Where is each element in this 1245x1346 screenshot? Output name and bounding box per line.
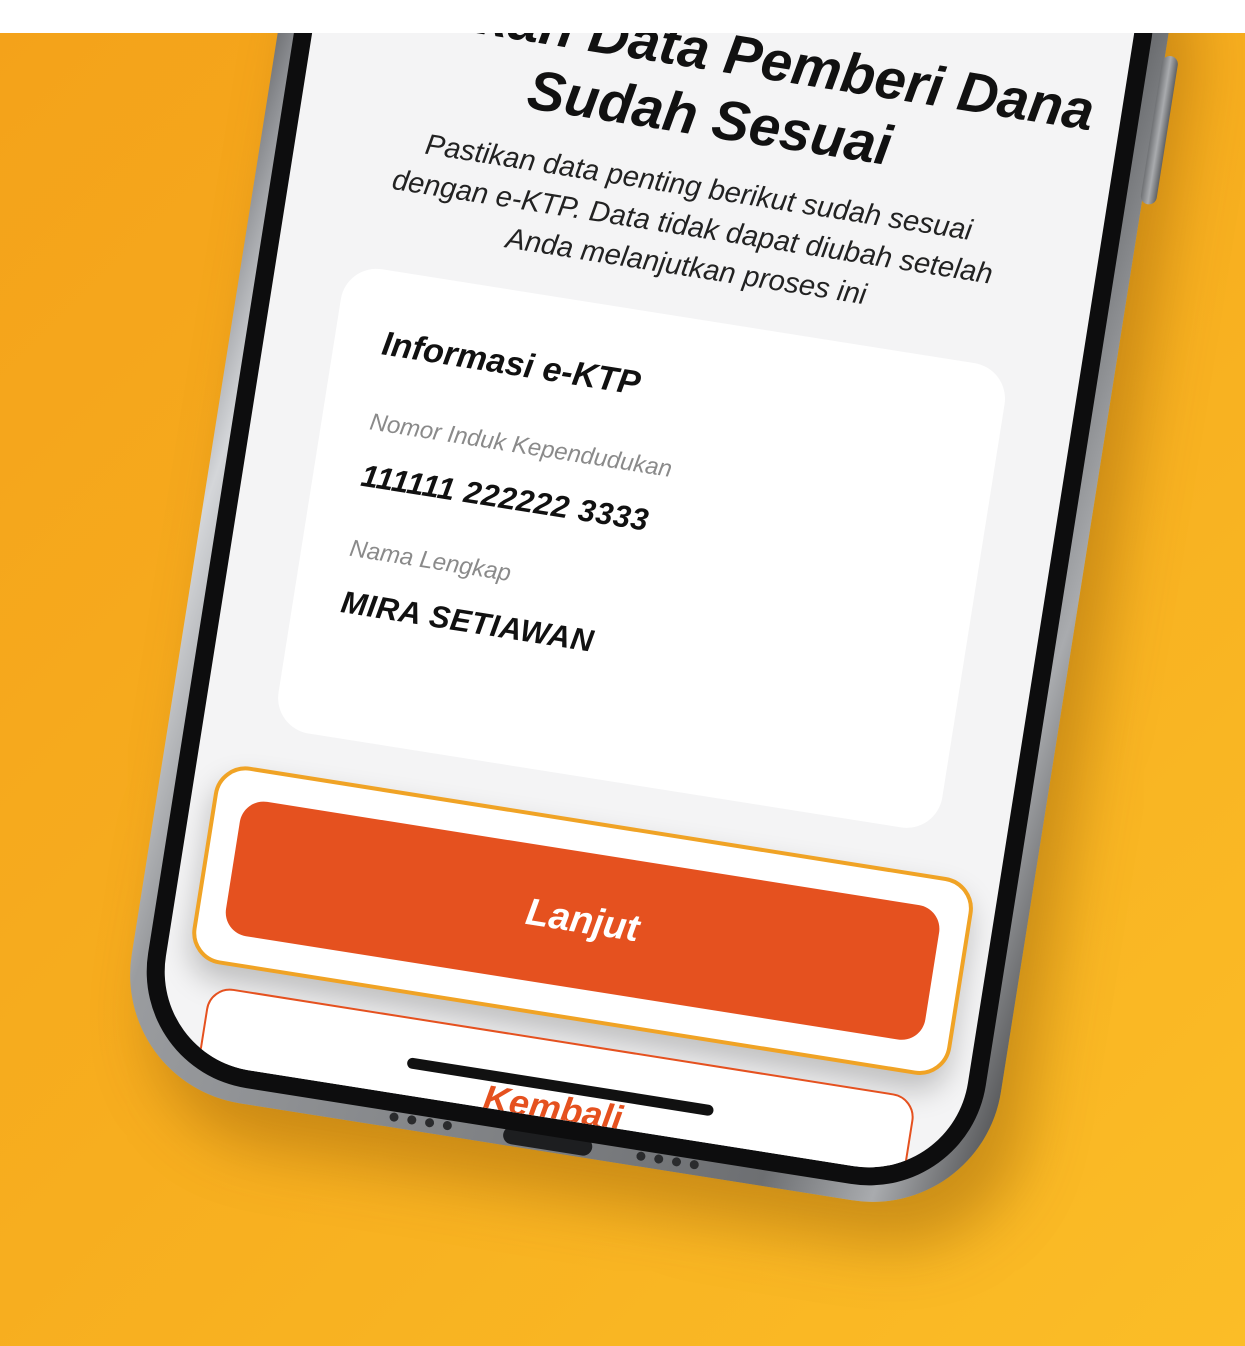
side-button (1139, 54, 1179, 206)
phone-mockup: Pastikan Data Pemberi Dana Sudah Sesuai … (111, 0, 1189, 1221)
ektp-info-card: Informasi e-KTP Nomor Induk Kependudukan… (272, 263, 1011, 834)
top-white-strip (0, 0, 1245, 33)
